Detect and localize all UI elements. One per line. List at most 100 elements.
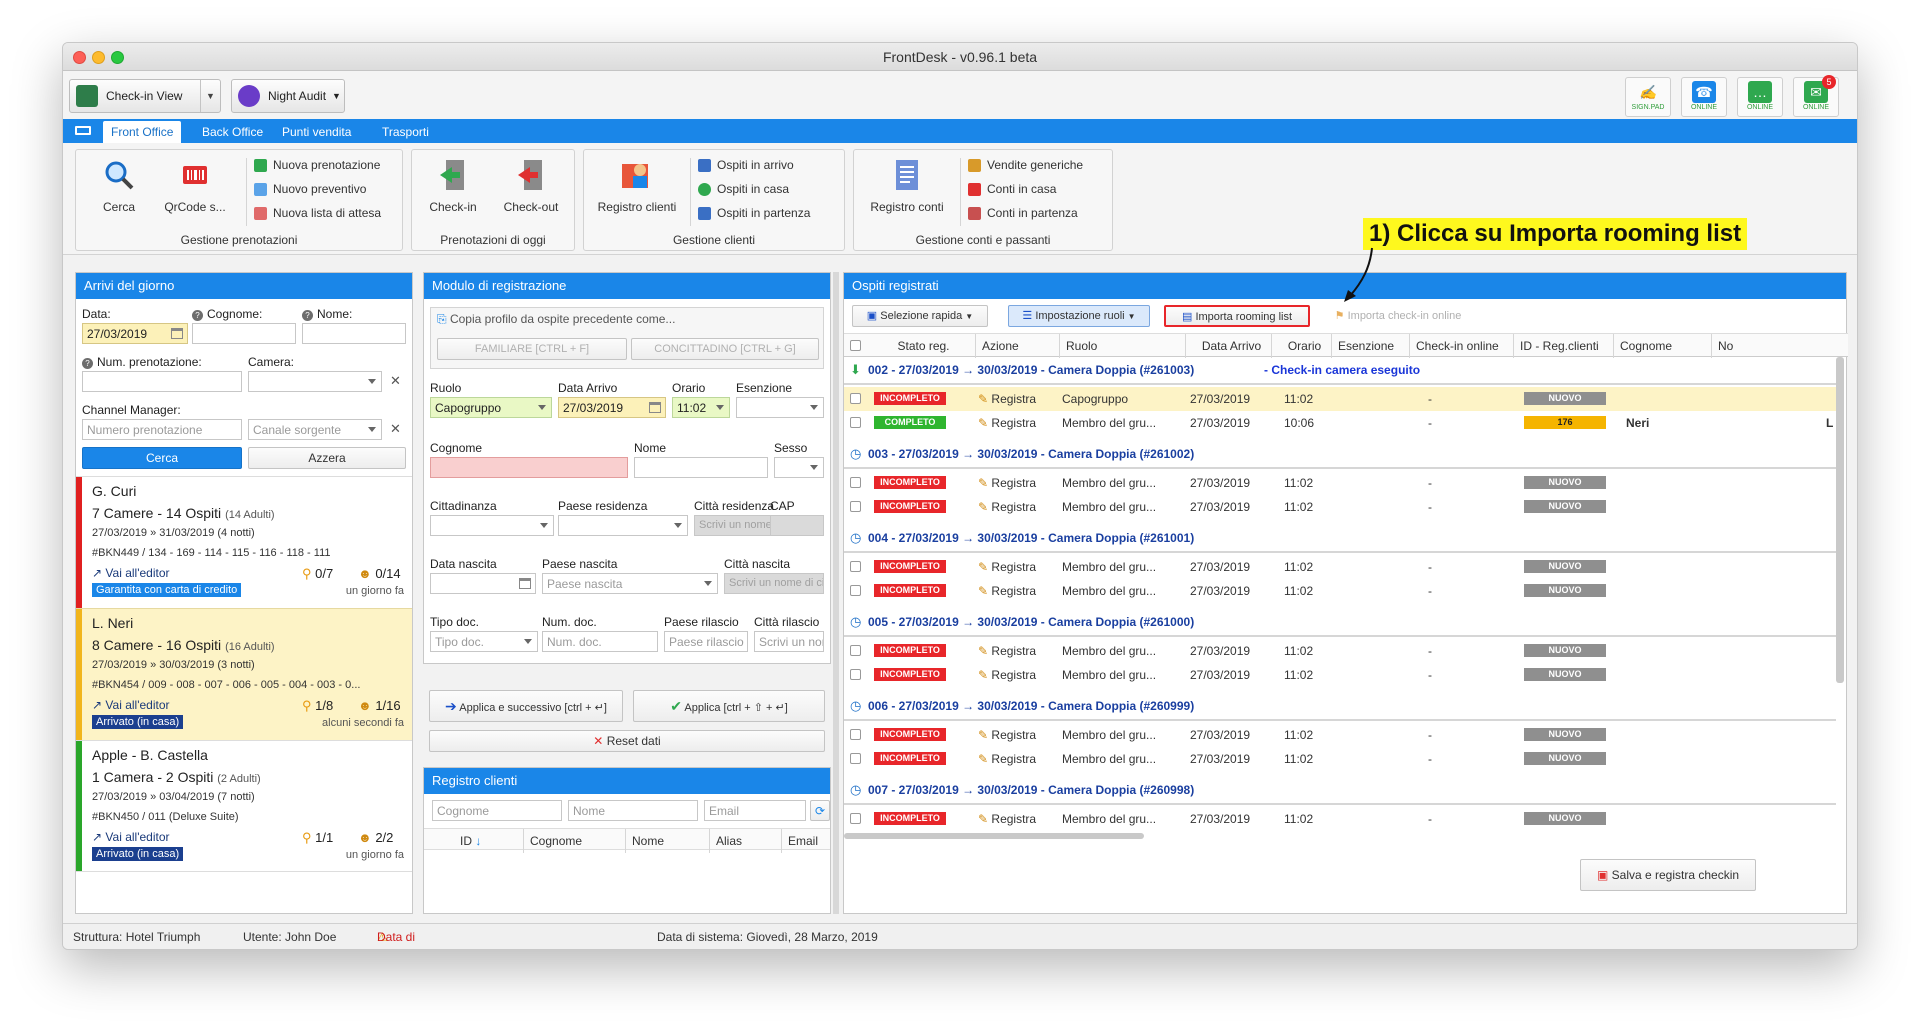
ospiti-in-partenza-button[interactable]: Ospiti in partenza <box>698 204 810 222</box>
sesso-select[interactable] <box>774 457 824 478</box>
importa-checkin-online-button[interactable]: ⚑ Importa check-in online <box>1318 305 1478 327</box>
guest-row[interactable]: INCOMPLETO ✎ Registra Membro del gru... 27/… <box>844 555 1836 579</box>
column-header[interactable]: Data Arrivo <box>1186 334 1272 358</box>
registro-conti-button[interactable]: Registro conti <box>862 158 952 214</box>
registra-link[interactable]: ✎ Registra <box>978 812 1036 826</box>
registra-link[interactable]: ✎ Registra <box>978 728 1036 742</box>
guest-row[interactable]: INCOMPLETO ✎ Registra Membro del gru... 27/… <box>844 747 1836 771</box>
guest-row[interactable]: INCOMPLETO ✎ Registra Membro del gru... 27/… <box>844 663 1836 687</box>
qrcode-button[interactable]: QrCode s... <box>160 158 230 214</box>
vai-editor-link[interactable]: ↗ Vai all'editor <box>92 830 170 844</box>
arrival-card[interactable]: L. Neri 8 Camere - 16 Ospiti (16 Adulti)… <box>76 608 412 740</box>
column-header[interactable]: Orario <box>1272 334 1332 358</box>
column-header[interactable]: Stato reg. <box>866 334 976 358</box>
cap-residenza-input[interactable] <box>770 515 824 536</box>
num-doc-input[interactable]: Num. doc. <box>542 631 658 652</box>
registro-nome-input[interactable]: Nome <box>568 800 698 821</box>
row-checkbox[interactable] <box>850 393 861 404</box>
azzera-button[interactable]: Azzera <box>248 447 406 469</box>
column-header[interactable]: Alias <box>710 829 782 853</box>
sms-status[interactable]: ✉ ONLINE 5 <box>1793 75 1839 117</box>
tab-back-office[interactable]: Back Office <box>194 121 271 143</box>
registra-link[interactable]: ✎ Registra <box>978 476 1036 490</box>
registra-link[interactable]: ✎ Registra <box>978 752 1036 766</box>
vai-editor-link[interactable]: ↗ Vai all'editor <box>92 698 170 712</box>
registro-email-input[interactable]: Email <box>704 800 806 821</box>
help-icon[interactable]: ? <box>82 358 93 369</box>
help-icon[interactable]: ? <box>302 310 313 321</box>
vai-editor-link[interactable]: ↗ Vai all'editor <box>92 566 170 580</box>
paese-residenza-select[interactable] <box>558 515 688 536</box>
nome-search-input[interactable] <box>302 323 406 344</box>
menu-icon[interactable] <box>75 126 91 135</box>
concittadino-button[interactable]: CONCITTADINO [CTRL + G] <box>631 338 819 360</box>
checkin-view-button[interactable]: Check-in View ▼ <box>69 79 221 113</box>
tab-trasporti[interactable]: Trasporti <box>374 121 437 143</box>
registra-link[interactable]: ✎ Registra <box>978 644 1036 658</box>
citta-nascita-input[interactable]: Scrivi un nome di città... <box>724 573 824 594</box>
conti-in-partenza-button[interactable]: Conti in partenza <box>968 204 1078 222</box>
refresh-icon[interactable]: ⟳ <box>810 800 830 821</box>
nuova-prenotazione-button[interactable]: Nuova prenotazione <box>254 156 380 174</box>
salva-registra-checkin-button[interactable]: ▣ Salva e registra checkin <box>1580 859 1756 891</box>
column-header[interactable]: Nome <box>626 829 710 853</box>
cerca-arrivi-button[interactable]: Cerca <box>82 447 242 469</box>
paese-rilascio-select[interactable]: Paese rilascio <box>664 631 748 652</box>
registra-link[interactable]: ✎ Registra <box>978 500 1036 514</box>
orario-select[interactable]: 11:02 <box>672 397 730 418</box>
paese-nascita-select[interactable]: Paese nascita <box>542 573 718 594</box>
row-checkbox[interactable] <box>850 729 861 740</box>
selezione-rapida-button[interactable]: ▣ Selezione rapida ▼ <box>852 305 988 327</box>
row-checkbox[interactable] <box>850 813 861 824</box>
guest-row[interactable]: COMPLETO ✎ Registra Membro del gru... 27/03… <box>844 411 1836 435</box>
guest-row[interactable]: INCOMPLETO ✎ Registra Capogruppo 27/03/2019… <box>844 387 1836 411</box>
row-checkbox[interactable] <box>850 645 861 656</box>
cerca-button[interactable]: Cerca <box>84 158 154 214</box>
nome-field[interactable] <box>634 457 768 478</box>
checkin-button[interactable]: Check-in <box>418 158 488 214</box>
tab-punti-vendita[interactable]: Punti vendita <box>274 121 359 143</box>
horizontal-scrollbar[interactable] <box>844 833 1144 839</box>
column-header[interactable]: Esenzione <box>1332 334 1410 358</box>
registro-cognome-input[interactable]: Cognome <box>432 800 562 821</box>
familiare-button[interactable]: FAMILIARE [CTRL + F] <box>437 338 627 360</box>
data-arrivi-field[interactable]: 27/03/2019 <box>82 323 188 344</box>
guest-row[interactable]: INCOMPLETO ✎ Registra Membro del gru... 27/… <box>844 495 1836 519</box>
cognome-field[interactable] <box>430 457 628 478</box>
registra-link[interactable]: ✎ Registra <box>978 668 1036 682</box>
guest-row[interactable]: INCOMPLETO ✎ Registra Membro del gru... 27/… <box>844 807 1836 831</box>
scrollbar[interactable] <box>1836 357 1844 683</box>
row-checkbox[interactable] <box>850 561 861 572</box>
ospiti-in-arrivo-button[interactable]: Ospiti in arrivo <box>698 156 794 174</box>
night-audit-button[interactable]: Night Audit ▼ <box>231 79 345 113</box>
column-header[interactable]: No <box>1712 334 1752 358</box>
scrollbar[interactable] <box>833 272 839 914</box>
impostazione-ruoli-button[interactable]: ☰ Impostazione ruoli ▼ <box>1008 305 1150 327</box>
cognome-search-input[interactable] <box>192 323 296 344</box>
help-icon[interactable]: ? <box>192 310 203 321</box>
column-header-id[interactable]: ID ↓ <box>454 829 524 853</box>
calendar-icon[interactable] <box>171 328 183 339</box>
cittadinanza-select[interactable] <box>430 515 554 536</box>
importa-rooming-list-button[interactable]: ▤ Importa rooming list <box>1164 305 1310 327</box>
nuovo-preventivo-button[interactable]: Nuovo preventivo <box>254 180 366 198</box>
arrival-card[interactable]: Apple - B. Castella 1 Camera - 2 Ospiti … <box>76 740 412 872</box>
tab-front-office[interactable]: Front Office <box>103 121 182 143</box>
applica-successivo-button[interactable]: ➔ Applica e successivo [ctrl + ↵] <box>429 690 623 722</box>
canale-sorgente-select[interactable]: Canale sorgente <box>248 419 382 440</box>
registra-link[interactable]: ✎ Registra <box>978 392 1036 406</box>
row-checkbox[interactable] <box>850 477 861 488</box>
citta-rilascio-input[interactable]: Scrivi un nome <box>754 631 824 652</box>
calendar-icon[interactable] <box>649 402 661 413</box>
registra-link[interactable]: ✎ Registra <box>978 416 1036 430</box>
ruolo-select[interactable]: Capogruppo <box>430 397 552 418</box>
row-checkbox[interactable] <box>850 669 861 680</box>
guest-row[interactable]: INCOMPLETO ✎ Registra Membro del gru... 27/… <box>844 579 1836 603</box>
select-all-checkbox[interactable] <box>850 340 861 351</box>
applica-button[interactable]: ✔ Applica [ctrl + ⇧ + ↵] <box>633 690 825 722</box>
column-header[interactable]: Cognome <box>1614 334 1712 358</box>
conti-in-casa-button[interactable]: Conti in casa <box>968 180 1056 198</box>
row-checkbox[interactable] <box>850 585 861 596</box>
column-header[interactable]: Cognome <box>524 829 626 853</box>
row-checkbox[interactable] <box>850 753 861 764</box>
